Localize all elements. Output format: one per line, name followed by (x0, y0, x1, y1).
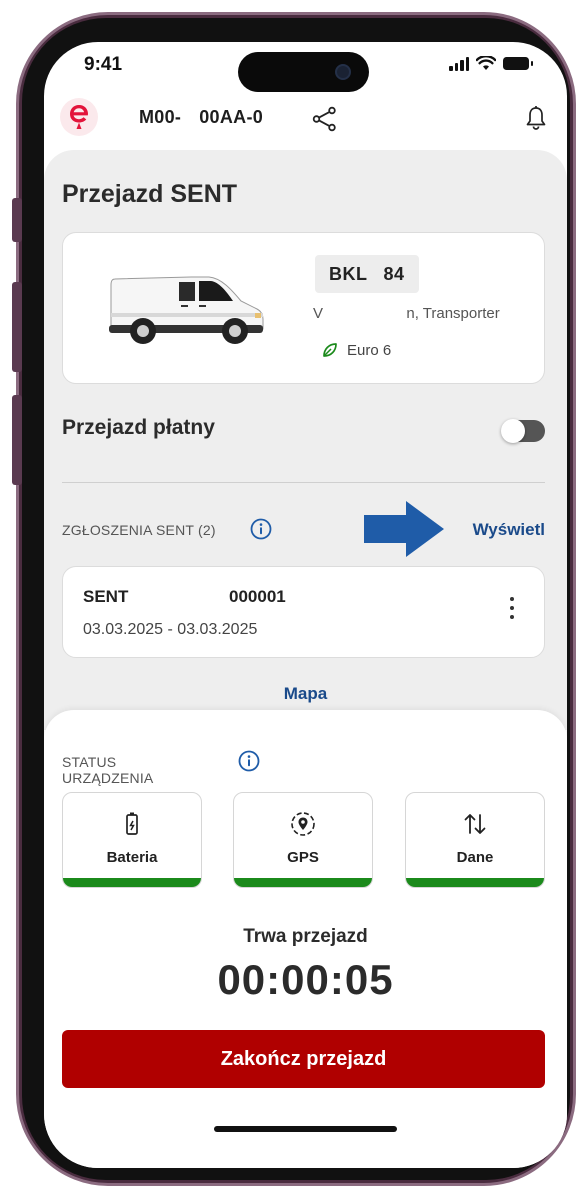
device-status-sheet: STATUS URZĄDZENIA Bateria GPS Dane Trwa … (44, 710, 567, 1168)
info-icon[interactable] (238, 750, 260, 772)
device-status-label: STATUS URZĄDZENIA (62, 754, 154, 786)
page-title: Przejazd SENT (62, 180, 238, 208)
leaf-icon (323, 343, 337, 357)
ride-timer: 00:00:05 (217, 956, 394, 1003)
paid-ride-row: Przejazd płatny (62, 410, 545, 450)
sent-item-card[interactable]: SENT 000001 03.03.2025 - 03.03.2025 (62, 566, 545, 658)
gps-status-tile[interactable]: GPS (233, 792, 373, 888)
data-status-bar (406, 878, 544, 887)
van-image (109, 276, 264, 344)
vehicle-plate-part: 84 (383, 264, 405, 284)
phone-volume-up-button (12, 282, 22, 372)
emission-class: Euro 6 (321, 341, 391, 359)
device-status-tiles: Bateria GPS Dane (62, 792, 545, 888)
phone-side-button (12, 198, 22, 242)
app-logo[interactable] (60, 98, 98, 136)
divider (62, 482, 545, 483)
gps-status-bar (234, 878, 372, 887)
gps-tile-label: GPS (287, 849, 319, 866)
battery-status-icon (503, 57, 533, 70)
battery-status-bar (63, 878, 201, 887)
sent-item-name: SENT (83, 587, 129, 606)
battery-charging-icon (126, 812, 138, 835)
dynamic-island (238, 52, 369, 92)
battery-status-tile[interactable]: Bateria (62, 792, 202, 888)
ride-status-label: Trwa przejazd (243, 926, 368, 947)
vehicle-plate-badge: BKL 84 (315, 255, 419, 293)
vehicle-card[interactable]: BKL 84 V n, Transporter Euro 6 (62, 232, 545, 384)
sent-item-number: 000001 (229, 587, 286, 606)
data-transfer-icon (464, 814, 486, 834)
emission-class-label: Euro 6 (347, 341, 392, 359)
paid-ride-toggle[interactable] (501, 419, 545, 443)
sent-section-header: ZGŁOSZENIA SENT (2) Wyświetl (62, 501, 545, 557)
home-indicator[interactable] (214, 1126, 397, 1132)
map-link[interactable]: Mapa (44, 684, 567, 704)
brand-e-icon (70, 105, 88, 129)
status-time: 9:41 (84, 54, 123, 75)
end-ride-button[interactable]: Zakończ przejazd (62, 1030, 545, 1088)
notification-bell-icon[interactable] (525, 105, 547, 131)
sent-section-label: ZGŁOSZENIA SENT (2) (62, 522, 216, 538)
vehicle-model: V n, Transporter (313, 305, 500, 322)
data-status-tile[interactable]: Dane (405, 792, 545, 888)
gps-location-icon (291, 812, 315, 836)
vehicle-plate-part: BKL (329, 264, 368, 284)
toggle-knob (501, 419, 525, 443)
cellular-signal-icon (449, 56, 469, 71)
ride-details-panel: Przejazd SENT BKL 84 V n, Transporter Eu… (44, 150, 567, 730)
view-sent-link[interactable]: Wyświetl (473, 520, 545, 540)
app-header: M00- 00AA-0 (44, 96, 567, 152)
wifi-icon (476, 56, 496, 70)
share-icon[interactable] (312, 106, 338, 132)
paid-ride-label: Przejazd płatny (62, 416, 215, 439)
arrow-right-icon (364, 501, 444, 557)
phone-volume-down-button (12, 395, 22, 485)
info-icon[interactable] (250, 518, 272, 540)
phone-screen: 9:41 M00- 00AA-0 Przejazd SENT BKL 84 V … (44, 42, 567, 1168)
header-plate-part: M00- (139, 107, 182, 127)
more-options-icon[interactable] (510, 597, 514, 619)
front-camera (335, 64, 351, 80)
data-tile-label: Dane (456, 849, 494, 866)
battery-tile-label: Bateria (106, 849, 158, 866)
header-plate-part: 00AA-0 (199, 107, 264, 127)
status-icons (449, 56, 533, 71)
header-plate-number: M00- 00AA-0 (139, 107, 281, 128)
sent-item-dates: 03.03.2025 - 03.03.2025 (83, 621, 258, 638)
